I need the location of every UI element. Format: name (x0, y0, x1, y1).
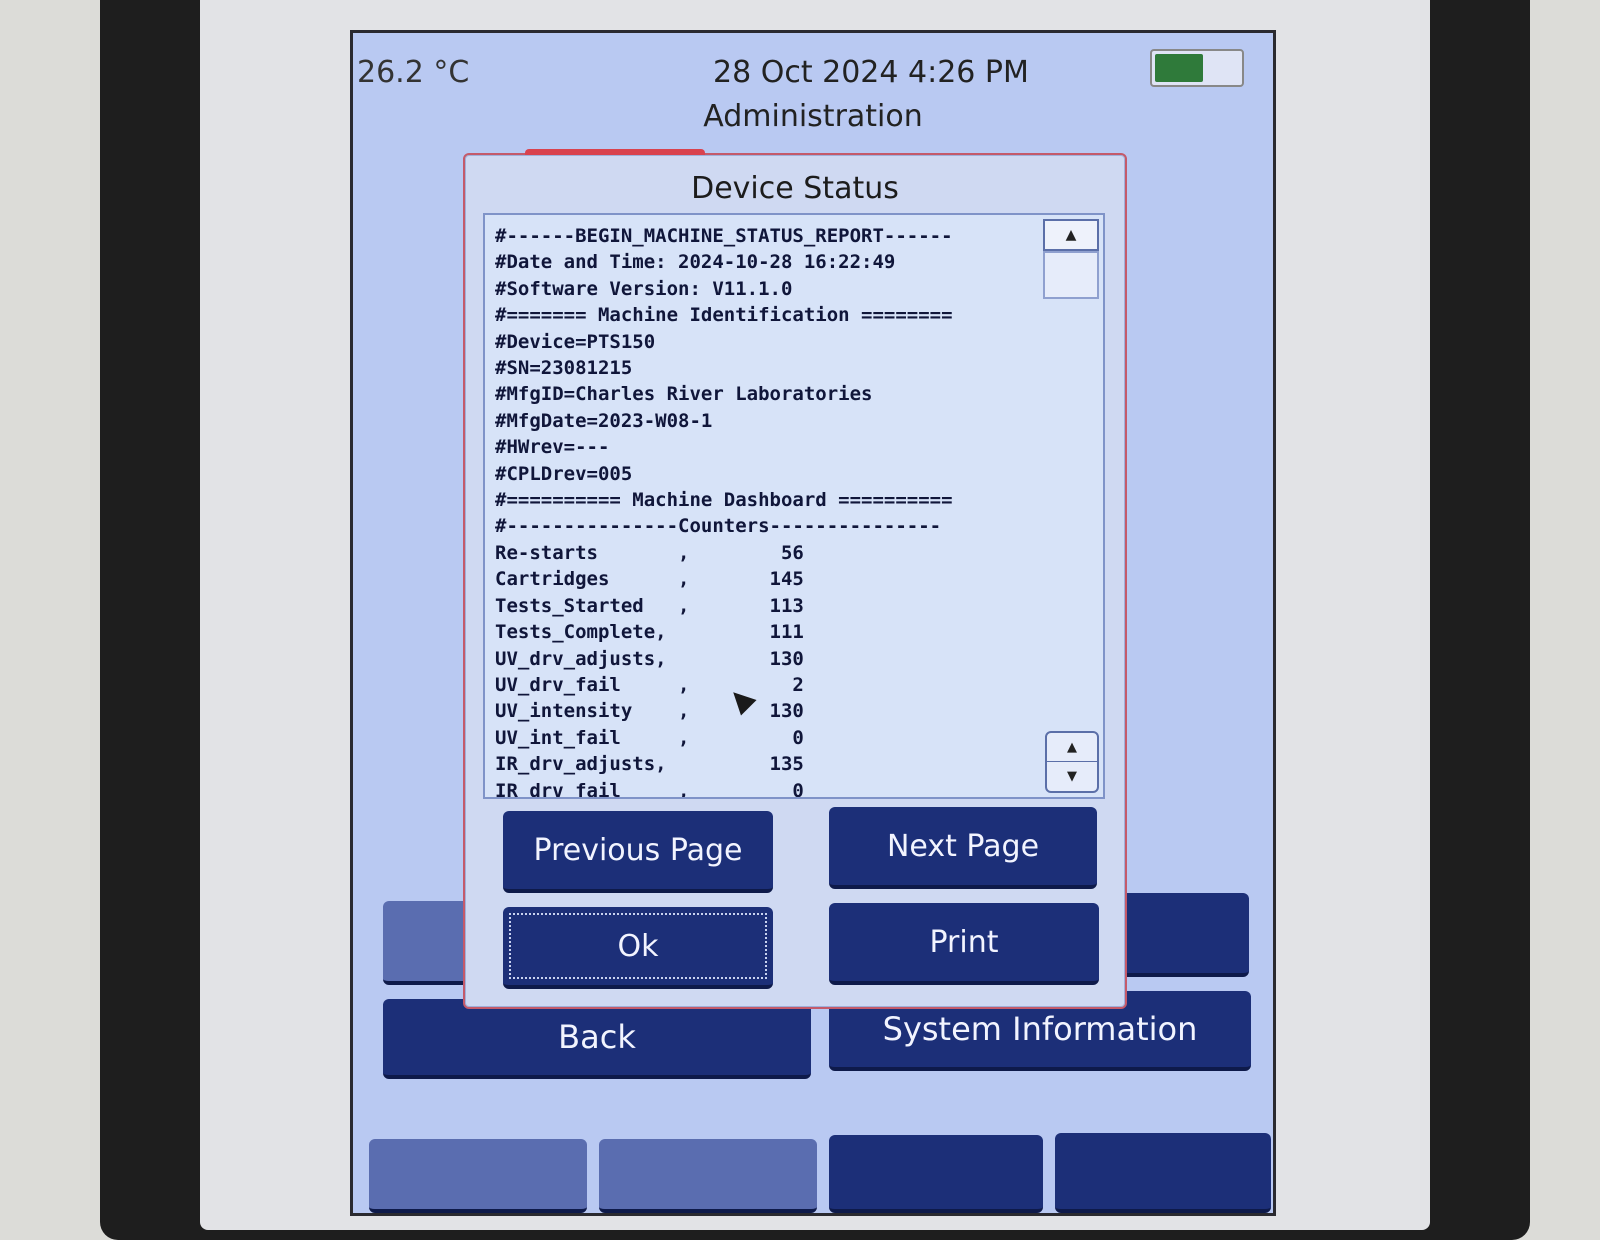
status-report-text: #------BEGIN_MACHINE_STATUS_REPORT------… (495, 223, 1035, 799)
report-line: #---------------Counters--------------- (495, 515, 942, 538)
chevron-up-icon: ▲ (1067, 739, 1077, 755)
stepper-up-button[interactable]: ▲ (1047, 733, 1097, 762)
next-page-button[interactable]: Next Page (829, 807, 1097, 889)
previous-page-button[interactable]: Previous Page (503, 811, 773, 893)
battery-icon (1150, 49, 1244, 87)
report-line: #------BEGIN_MACHINE_STATUS_REPORT------ (495, 225, 953, 247)
report-line: UV_intensity , 130 (495, 700, 804, 723)
report-line: #HWrev=--- (495, 436, 610, 459)
status-report-textarea[interactable]: #------BEGIN_MACHINE_STATUS_REPORT------… (483, 213, 1105, 799)
scrollbar-thumb[interactable] (1043, 251, 1099, 299)
report-line: IR_drv_fail , 0 (495, 779, 804, 799)
page-title: Administration (703, 99, 923, 134)
print-button[interactable]: Print (829, 903, 1099, 985)
bottom-button-3[interactable] (829, 1135, 1043, 1213)
touch-screen: 26.2 °C 28 Oct 2024 4:26 PM Administrati… (350, 30, 1276, 1216)
datetime-readout: 28 Oct 2024 4:26 PM (713, 55, 1029, 90)
report-line: #Device=PTS150 (495, 330, 656, 353)
report-line: #Date and Time: 2024-10-28 16:22:49 (495, 251, 896, 274)
line-stepper[interactable]: ▲ ▼ (1045, 731, 1099, 793)
back-button[interactable]: Back (383, 999, 811, 1079)
stepper-down-button[interactable]: ▼ (1047, 762, 1097, 790)
ok-button-label: Ok (617, 928, 659, 964)
chevron-down-icon: ▼ (1067, 768, 1077, 784)
chevron-up-icon: ▲ (1065, 227, 1077, 243)
bottom-button-2[interactable] (599, 1139, 817, 1213)
report-line: Re-starts , 56 (495, 541, 804, 564)
bottom-button-1[interactable] (369, 1139, 587, 1213)
report-line: Cartridges , 145 (495, 568, 804, 591)
report-line: UV_drv_adjusts, 130 (495, 647, 804, 670)
dialog-title: Device Status (691, 171, 899, 206)
report-line: #Software Version: V11.1.0 (495, 277, 793, 300)
report-line: #CPLDrev=005 (495, 462, 633, 485)
bottom-button-4[interactable] (1055, 1133, 1271, 1213)
report-line: #======= Machine Identification ======== (495, 304, 953, 327)
ok-button[interactable]: Ok (503, 907, 773, 989)
temperature-readout: 26.2 °C (357, 55, 470, 90)
report-line: #MfgID=Charles River Laboratories (495, 383, 873, 406)
dialog-accent-tab (525, 149, 705, 155)
report-line: #MfgDate=2023-W08-1 (495, 409, 713, 432)
report-line: Tests_Complete, 111 (495, 621, 804, 644)
battery-level-fill (1155, 54, 1203, 82)
device-status-dialog: Device Status #------BEGIN_MACHINE_STATU… (463, 149, 1127, 1009)
report-scrollbar[interactable]: ▲ (1043, 219, 1099, 793)
report-line: #========== Machine Dashboard ========== (495, 489, 953, 512)
report-line: Tests_Started , 113 (495, 594, 804, 617)
scroll-up-button[interactable]: ▲ (1043, 219, 1099, 251)
report-line: #SN=23081215 (495, 357, 633, 380)
report-line: IR_drv_adjusts, 135 (495, 753, 804, 776)
report-line: UV_drv_fail , 2 (495, 673, 804, 696)
report-line: UV_int_fail , 0 (495, 726, 804, 749)
